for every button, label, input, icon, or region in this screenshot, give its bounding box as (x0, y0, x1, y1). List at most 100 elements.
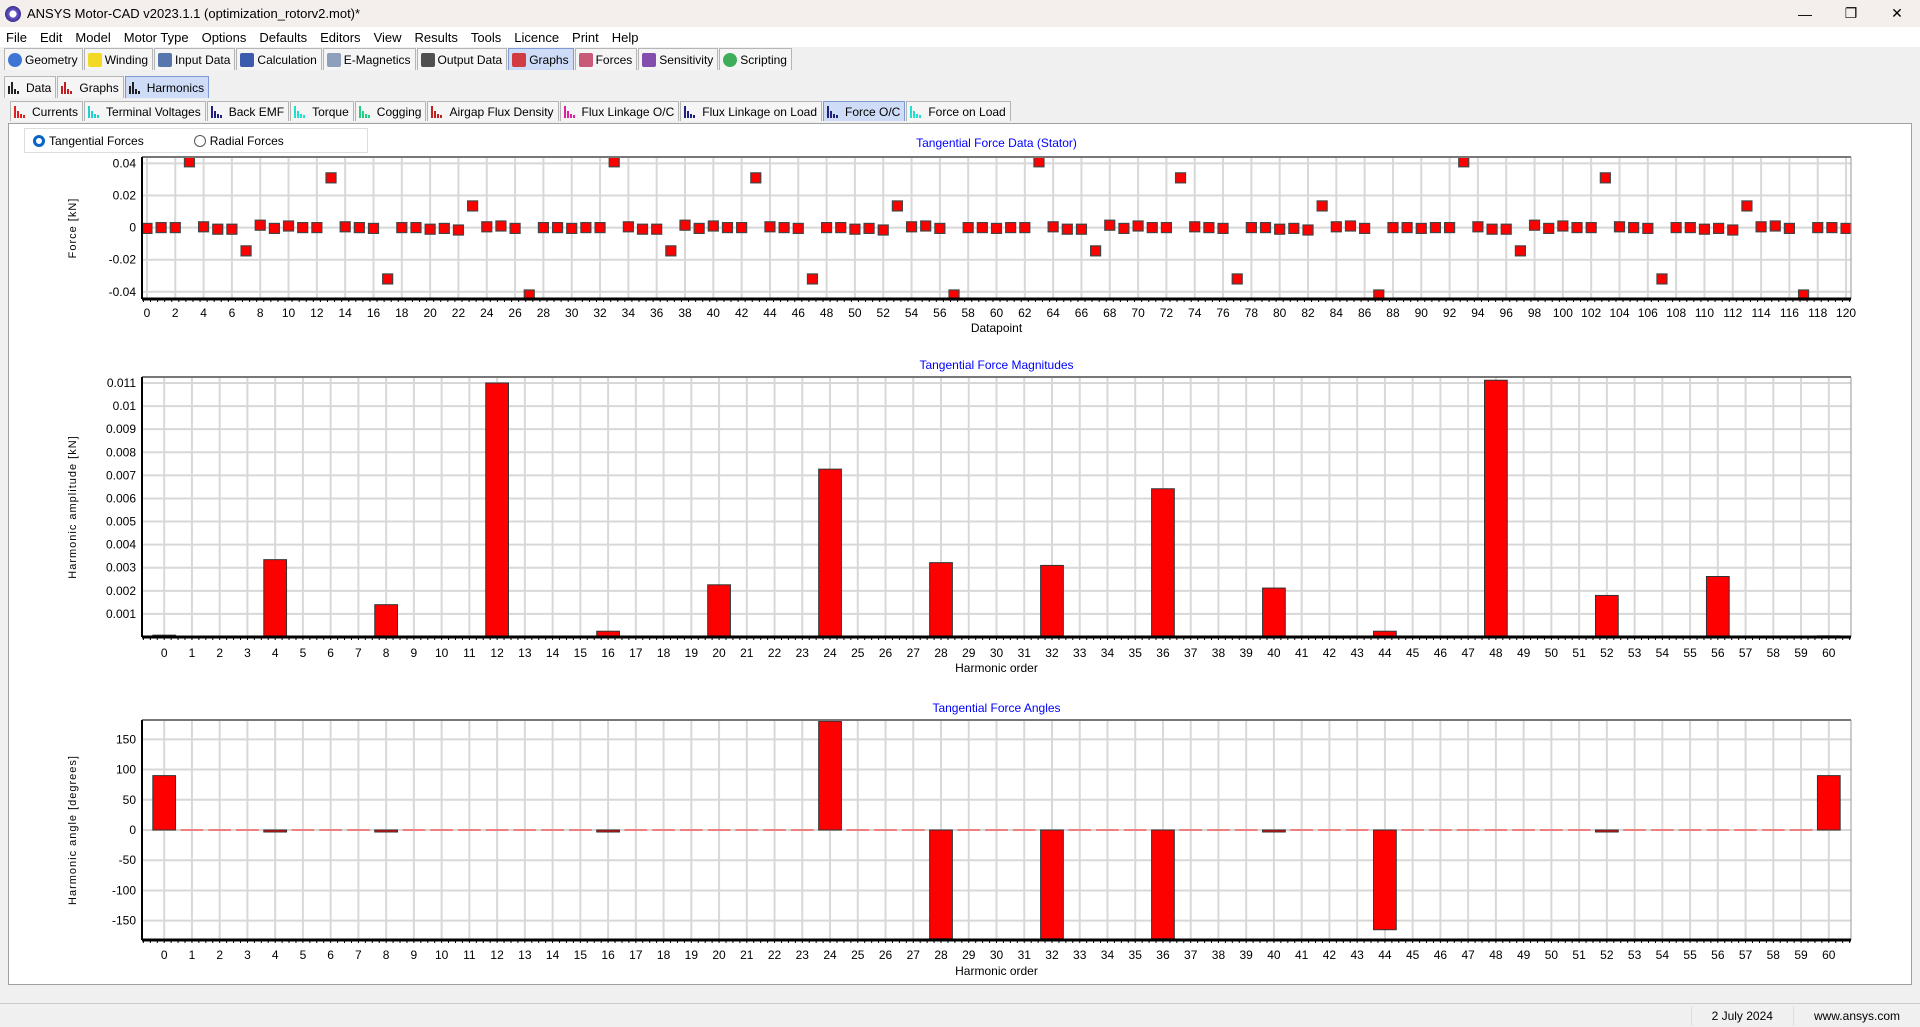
data-point (551, 221, 564, 234)
data-point (651, 223, 663, 235)
x-tick-label: 68 (1103, 306, 1117, 320)
x-tick-label: 38 (678, 306, 692, 320)
y-tick-label: -150 (112, 914, 136, 928)
x-tick-label: 70 (1131, 306, 1145, 320)
x-tick-label: 54 (1656, 948, 1670, 962)
data-point (1500, 223, 1512, 235)
x-tick-label: 13 (518, 948, 532, 962)
x-tick-label: 90 (1415, 306, 1429, 320)
x-tick-label: 47 (1461, 646, 1475, 660)
x-tick-label: 14 (339, 306, 353, 320)
data-point (1684, 221, 1696, 234)
bar (374, 604, 399, 638)
x-tick-label: 31 (1018, 646, 1032, 660)
x-tick-label: 56 (1711, 646, 1725, 660)
x-tick-label: 50 (1545, 948, 1559, 962)
x-tick-label: 48 (1489, 948, 1503, 962)
data-point (736, 221, 748, 234)
y-tick-label: 0.01 (113, 399, 137, 413)
data-point (863, 222, 875, 235)
data-point (1826, 221, 1838, 234)
x-tick-label: 2 (172, 306, 179, 320)
x-tick-label: 114 (1752, 306, 1771, 320)
x-tick-label: 33 (1073, 646, 1087, 660)
x-tick-label: 116 (1780, 306, 1799, 320)
x-tick-label: 5 (300, 948, 307, 962)
x-tick-label: 28 (537, 306, 551, 320)
x-tick-label: 28 (934, 646, 948, 660)
chart-2: Tangential Force Magnitudes0 1 2 3 4 5 6 7 8 9 10 1… (67, 358, 1852, 675)
data-point (367, 222, 380, 235)
x-tick-label: 10 (282, 306, 296, 320)
data-point (1104, 219, 1116, 231)
data-point (1613, 221, 1626, 233)
x-tick-label: 7 (355, 948, 362, 962)
x-tick-label: 8 (257, 306, 264, 320)
x-tick-label: 36 (1156, 646, 1170, 660)
x-tick-label: 15 (574, 646, 588, 660)
data-point (750, 172, 762, 184)
y-tick-label: 0.001 (106, 607, 136, 621)
x-tick-label: 10 (435, 948, 449, 962)
x-tick-label: 28 (934, 948, 948, 962)
data-point (962, 221, 974, 234)
x-tick-label: 51 (1572, 646, 1586, 660)
x-tick-label: 12 (490, 646, 504, 660)
x-tick-label: 52 (1600, 646, 1614, 660)
x-tick-label: 110 (1695, 306, 1714, 320)
y-tick-label: 100 (116, 763, 136, 777)
x-tick-label: 0 (144, 306, 151, 320)
x-tick-label: 59 (1794, 646, 1808, 660)
data-point (1840, 222, 1852, 235)
y-tick-label: -50 (119, 853, 137, 867)
data-point (1656, 273, 1668, 285)
x-tick-label: 45 (1406, 646, 1420, 660)
data-point (764, 221, 776, 233)
x-axis-label: Datapoint (971, 321, 1023, 335)
bar (1262, 829, 1286, 833)
data-point (1160, 221, 1173, 234)
x-tick-label: 30 (990, 948, 1004, 962)
x-tick-label: 72 (1160, 306, 1174, 320)
bar (596, 829, 620, 833)
data-point (580, 221, 592, 234)
data-point (1415, 222, 1427, 235)
x-tick-label: 35 (1129, 948, 1143, 962)
x-tick-label: 25 (851, 646, 865, 660)
x-tick-label: 20 (712, 646, 726, 660)
x-tick-label: 16 (601, 948, 615, 962)
charts-canvas: Tangential Force Data (Stator) 0 2 4 6 8 10 12 1… (67, 136, 1856, 978)
data-point (1075, 223, 1088, 235)
data-point (990, 222, 1003, 235)
x-tick-label: 52 (1600, 948, 1614, 962)
x-tick-label: 40 (1267, 646, 1281, 660)
data-point (1670, 221, 1682, 234)
x-tick-label: 51 (1572, 948, 1586, 962)
x-tick-label: 94 (1471, 306, 1485, 320)
y-tick-label: 0.002 (106, 584, 136, 598)
bar (485, 382, 509, 638)
data-point (1387, 221, 1399, 234)
x-tick-label: 47 (1461, 948, 1475, 962)
data-point (920, 220, 932, 232)
bar (1484, 379, 1508, 638)
x-tick-label: 20 (423, 306, 437, 320)
x-tick-label: 84 (1330, 306, 1344, 320)
x-tick-label: 46 (1434, 646, 1448, 660)
x-tick-label: 23 (796, 646, 810, 660)
data-point (608, 156, 620, 168)
x-tick-label: 36 (1156, 948, 1170, 962)
data-point (1302, 224, 1314, 236)
bar (1373, 829, 1397, 931)
chart-title: Tangential Force Magnitudes (919, 358, 1073, 372)
chart-title: Tangential Force Data (Stator) (916, 136, 1077, 150)
status-bar: 2 July 2024 www.ansys.com (0, 1003, 1920, 1027)
x-tick-label: 30 (565, 306, 579, 320)
data-point (410, 221, 422, 234)
data-point (1783, 222, 1796, 235)
x-tick-label: 46 (792, 306, 806, 320)
x-tick-label: 92 (1443, 306, 1457, 320)
data-point (509, 222, 521, 235)
data-point (382, 273, 394, 285)
data-point (636, 223, 649, 235)
